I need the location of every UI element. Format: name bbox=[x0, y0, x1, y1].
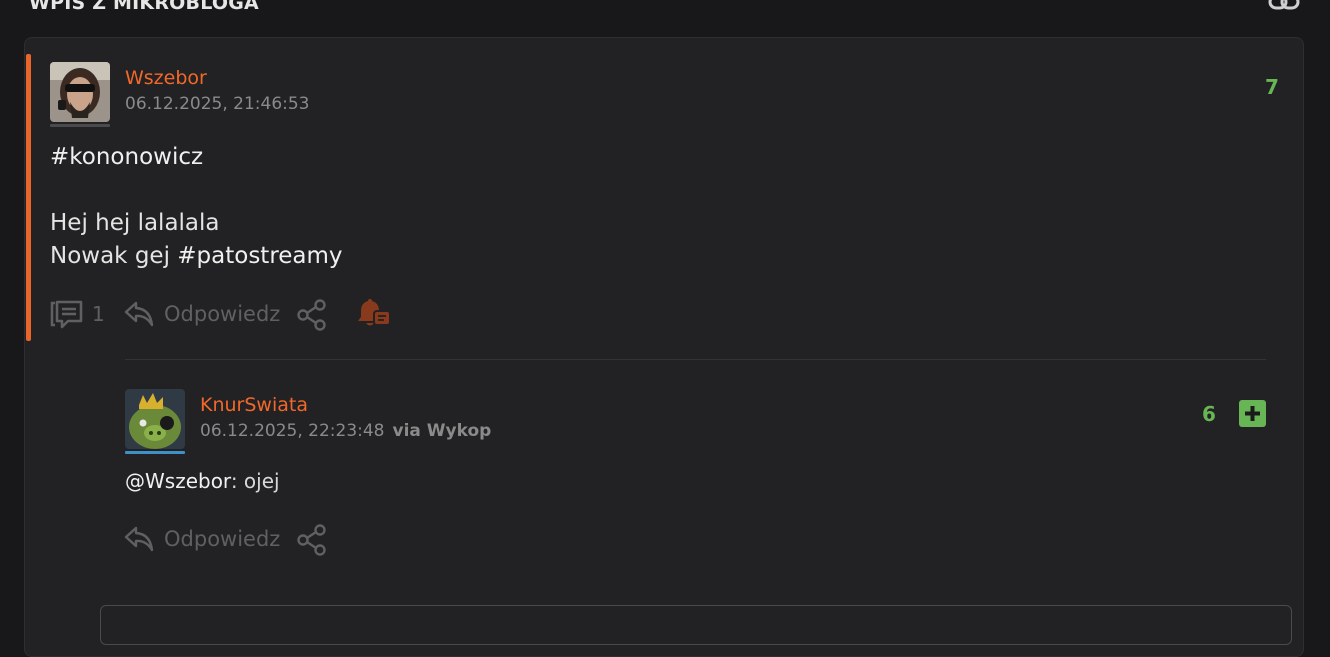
notification-bell-icon[interactable] bbox=[356, 297, 392, 331]
comment-count: 1 bbox=[92, 302, 105, 326]
reply-icon bbox=[124, 526, 154, 552]
section-title: WPIS Z MIKROBLOGA bbox=[29, 0, 259, 14]
entry-card bbox=[24, 37, 1304, 657]
link-icon[interactable] bbox=[1267, 0, 1301, 16]
post-line-1: Hej hej lalalala bbox=[50, 210, 220, 236]
upvote-button[interactable] bbox=[1239, 400, 1266, 427]
post-votes: 7 bbox=[1265, 75, 1279, 99]
entry-accent-bar bbox=[26, 54, 31, 341]
avatar-underline bbox=[125, 451, 185, 454]
share-icon[interactable] bbox=[296, 299, 328, 331]
avatar-underline bbox=[50, 124, 110, 127]
post-line-2: Nowak gej #patostreamy bbox=[50, 243, 343, 269]
reply-button[interactable]: Odpowiedz bbox=[124, 299, 280, 329]
comment-input[interactable] bbox=[100, 605, 1292, 645]
comment-author[interactable]: KnurSwiata bbox=[200, 394, 308, 416]
reply-label: Odpowiedz bbox=[164, 302, 281, 326]
comment-reply-button[interactable]: Odpowiedz bbox=[124, 524, 280, 554]
comment-reply-label: Odpowiedz bbox=[164, 527, 281, 551]
post-date[interactable]: 06.12.2025, 21:46:53 bbox=[125, 94, 310, 114]
comment-mention[interactable]: @Wszebor bbox=[125, 469, 231, 493]
comment-votes: 6 bbox=[1202, 402, 1216, 426]
comment-source: via Wykop bbox=[392, 421, 492, 441]
post-tag[interactable]: #kononowicz bbox=[50, 141, 343, 174]
comments-divider bbox=[125, 359, 1266, 360]
comments-icon bbox=[50, 300, 83, 329]
avatar-wszebor[interactable] bbox=[50, 62, 110, 122]
post-body: #kononowicz Hej hej lalalala Nowak gej #… bbox=[50, 141, 343, 273]
plus-icon bbox=[1245, 406, 1260, 421]
avatar-knurswiata[interactable] bbox=[125, 389, 185, 449]
comment-date[interactable]: 06.12.2025, 22:23:48 via Wykop bbox=[200, 421, 491, 441]
comment-share-icon[interactable] bbox=[296, 524, 328, 556]
post-tag-2[interactable]: #patostreamy bbox=[177, 243, 342, 269]
post-author[interactable]: Wszebor bbox=[125, 67, 207, 89]
comments-button[interactable]: 1 bbox=[50, 299, 105, 329]
comment-body: @Wszebor: ojej bbox=[125, 469, 280, 493]
reply-icon bbox=[124, 301, 154, 327]
